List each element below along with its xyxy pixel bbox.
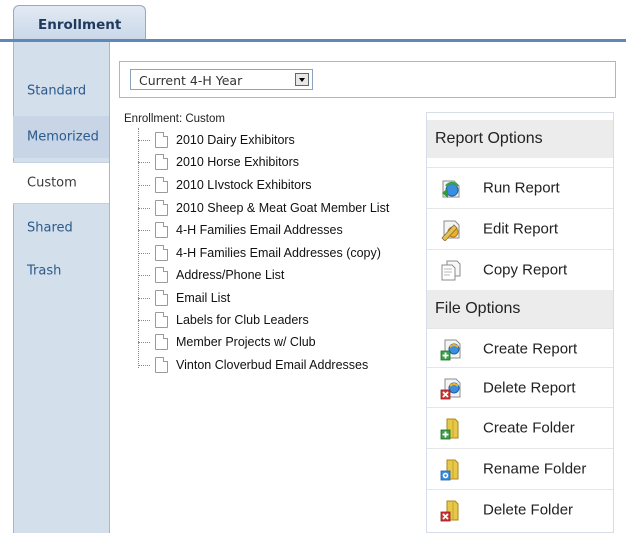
tree-branch: [138, 320, 150, 321]
tree-branch: [138, 298, 150, 299]
tree-branch: [138, 230, 150, 231]
tree-item-label: 2010 Horse Exhibitors: [176, 155, 299, 169]
tree-branch: [138, 275, 150, 276]
sidebar-item-standard[interactable]: Standard: [13, 70, 109, 112]
year-select[interactable]: Current 4-H Year: [130, 69, 313, 90]
year-select-value: Current 4-H Year: [139, 73, 243, 88]
sidebar-item-label: Standard: [27, 83, 87, 99]
document-icon: [155, 132, 168, 148]
sidebar-item-label: Trash: [27, 263, 62, 279]
create-folder-icon: [440, 418, 459, 440]
report-options-title: Report Options: [435, 130, 543, 147]
rename-folder-icon: [440, 459, 459, 481]
edit-report-label: Edit Report: [483, 220, 559, 237]
document-icon: [155, 154, 168, 170]
tree-branch: [138, 162, 150, 163]
tree-item-label: Address/Phone List: [176, 268, 285, 282]
document-icon: [155, 245, 168, 261]
tree-item-label: 2010 Sheep & Meat Goat Member List: [176, 201, 390, 215]
run-report-label: Run Report: [483, 179, 560, 196]
document-icon: [155, 357, 168, 373]
tree-branch: [138, 208, 150, 209]
delete-report-label: Delete Report: [483, 379, 576, 396]
tree-item-label: 2010 LIvstock Exhibitors: [176, 178, 312, 192]
sidebar-item-memorized[interactable]: Memorized: [13, 116, 109, 158]
tree-item-label: Labels for Club Leaders: [176, 313, 309, 327]
edit-report-button[interactable]: Edit Report: [427, 208, 613, 248]
delete-report-button[interactable]: Delete Report: [427, 367, 613, 407]
tree-connector: [138, 128, 139, 368]
tree-item-label: 4-H Families Email Addresses (copy): [176, 246, 381, 260]
document-icon: [155, 312, 168, 328]
edit-report-icon: [441, 220, 460, 241]
tree-branch: [138, 140, 150, 141]
tree-item-label: Vinton Cloverbud Email Addresses: [176, 358, 369, 372]
delete-folder-icon: [440, 500, 459, 522]
sidebar-item-label: Custom: [27, 175, 77, 191]
sidebar-item-shared[interactable]: Shared: [13, 207, 109, 249]
create-report-button[interactable]: Create Report: [427, 328, 613, 368]
tree-item-label: 2010 Dairy Exhibitors: [176, 133, 295, 147]
rename-folder-label: Rename Folder: [483, 460, 587, 477]
document-icon: [155, 334, 168, 350]
tab-enrollment[interactable]: Enrollment: [13, 5, 146, 41]
create-report-icon: [440, 339, 461, 361]
tree-branch: [138, 185, 150, 186]
rename-folder-button[interactable]: Rename Folder: [427, 448, 613, 488]
document-icon: [155, 177, 168, 193]
tree-branch: [138, 365, 150, 366]
top-tab-strip: Enrollment: [0, 0, 626, 42]
delete-folder-label: Delete Folder: [483, 501, 574, 518]
delete-report-icon: [440, 378, 461, 400]
create-folder-button[interactable]: Create Folder: [427, 407, 613, 447]
chevron-down-icon[interactable]: [295, 73, 309, 86]
report-options-header: Report Options: [427, 120, 613, 158]
tree-branch: [138, 253, 150, 254]
copy-report-label: Copy Report: [483, 261, 568, 278]
copy-report-button[interactable]: Copy Report: [427, 249, 613, 289]
document-icon: [155, 267, 168, 283]
document-icon: [155, 222, 168, 238]
create-folder-label: Create Folder: [483, 419, 575, 436]
document-icon: [155, 200, 168, 216]
file-options-title: File Options: [435, 300, 521, 317]
copy-report-icon: [441, 260, 461, 281]
tree-root-label: Enrollment: Custom: [124, 113, 225, 125]
tree-branch: [138, 342, 150, 343]
file-options-header: File Options: [427, 290, 613, 328]
sidebar-item-label: Memorized: [27, 129, 99, 145]
sidebar-item-label: Shared: [27, 220, 73, 236]
run-report-button[interactable]: Run Report: [427, 167, 613, 207]
tree-item-label: 4-H Families Email Addresses: [176, 223, 343, 237]
run-report-icon: [442, 180, 460, 198]
tab-enrollment-label: Enrollment: [38, 17, 122, 33]
delete-folder-button[interactable]: Delete Folder: [427, 489, 613, 529]
document-icon: [155, 290, 168, 306]
create-report-label: Create Report: [483, 340, 578, 357]
tree-item-label: Email List: [176, 291, 231, 305]
sidebar-item-custom[interactable]: Custom: [13, 162, 110, 204]
tree-item-label: Member Projects w/ Club: [176, 335, 316, 349]
sidebar-item-trash[interactable]: Trash: [13, 250, 109, 292]
